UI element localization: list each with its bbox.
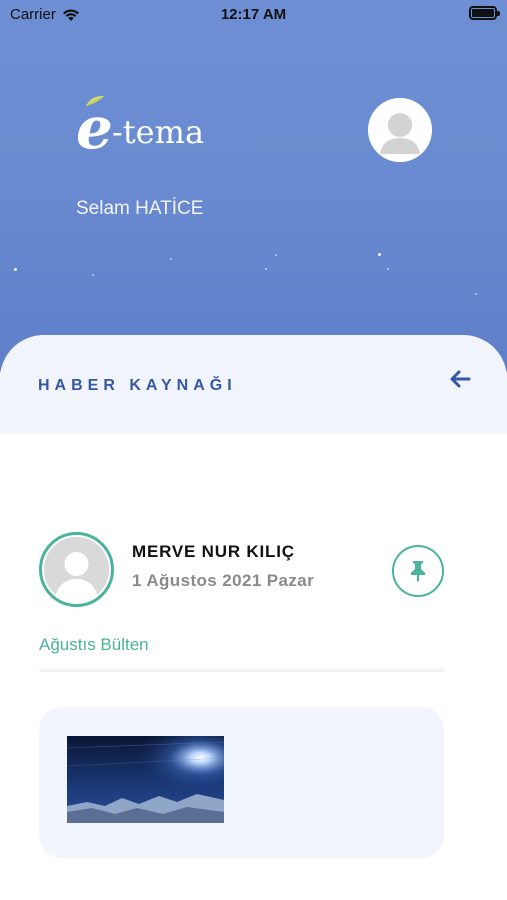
star-decoration bbox=[275, 254, 277, 256]
author-avatar-image bbox=[44, 537, 109, 602]
user-avatar-icon bbox=[44, 537, 109, 602]
logo-wordmark: -tema bbox=[112, 113, 205, 151]
app-logo: e -tema bbox=[76, 96, 236, 160]
battery-icon bbox=[469, 6, 500, 20]
greeting-text: Selam HATİCE bbox=[76, 198, 204, 219]
profile-avatar-button[interactable] bbox=[368, 98, 432, 162]
star-decoration bbox=[14, 268, 17, 271]
logo-initial: e bbox=[76, 94, 113, 162]
post-media-card[interactable] bbox=[39, 707, 444, 858]
star-decoration bbox=[387, 268, 389, 270]
content-panel: HABER KAYNAĞI MERVE NUR KILIÇ 1 Ağustos … bbox=[0, 335, 507, 900]
status-time: 12:17 AM bbox=[220, 6, 287, 23]
star-decoration bbox=[378, 253, 381, 256]
star-decoration bbox=[92, 274, 94, 276]
arrow-left-icon bbox=[450, 370, 471, 388]
back-button[interactable] bbox=[446, 365, 474, 393]
panel-header: HABER KAYNAĞI bbox=[0, 335, 507, 434]
author-avatar[interactable] bbox=[39, 532, 114, 607]
star-decoration bbox=[170, 258, 172, 260]
pin-button[interactable] bbox=[392, 545, 444, 597]
media-thumbnail[interactable] bbox=[67, 736, 224, 823]
header-background bbox=[0, 0, 507, 372]
battery-fill bbox=[472, 9, 494, 17]
star-decoration bbox=[475, 293, 477, 295]
status-bar: Carrier 12:17 AM bbox=[0, 0, 507, 28]
star-decoration bbox=[265, 268, 267, 270]
divider bbox=[39, 669, 444, 672]
post-title[interactable]: Ağustıs Bülten bbox=[39, 635, 149, 655]
post-date: 1 Ağustos 2021 Pazar bbox=[132, 571, 315, 590]
post-author: MERVE NUR KILIÇ bbox=[132, 542, 295, 561]
section-title: HABER KAYNAĞI bbox=[38, 377, 237, 394]
pin-icon bbox=[411, 561, 425, 582]
user-avatar-icon bbox=[368, 98, 432, 162]
